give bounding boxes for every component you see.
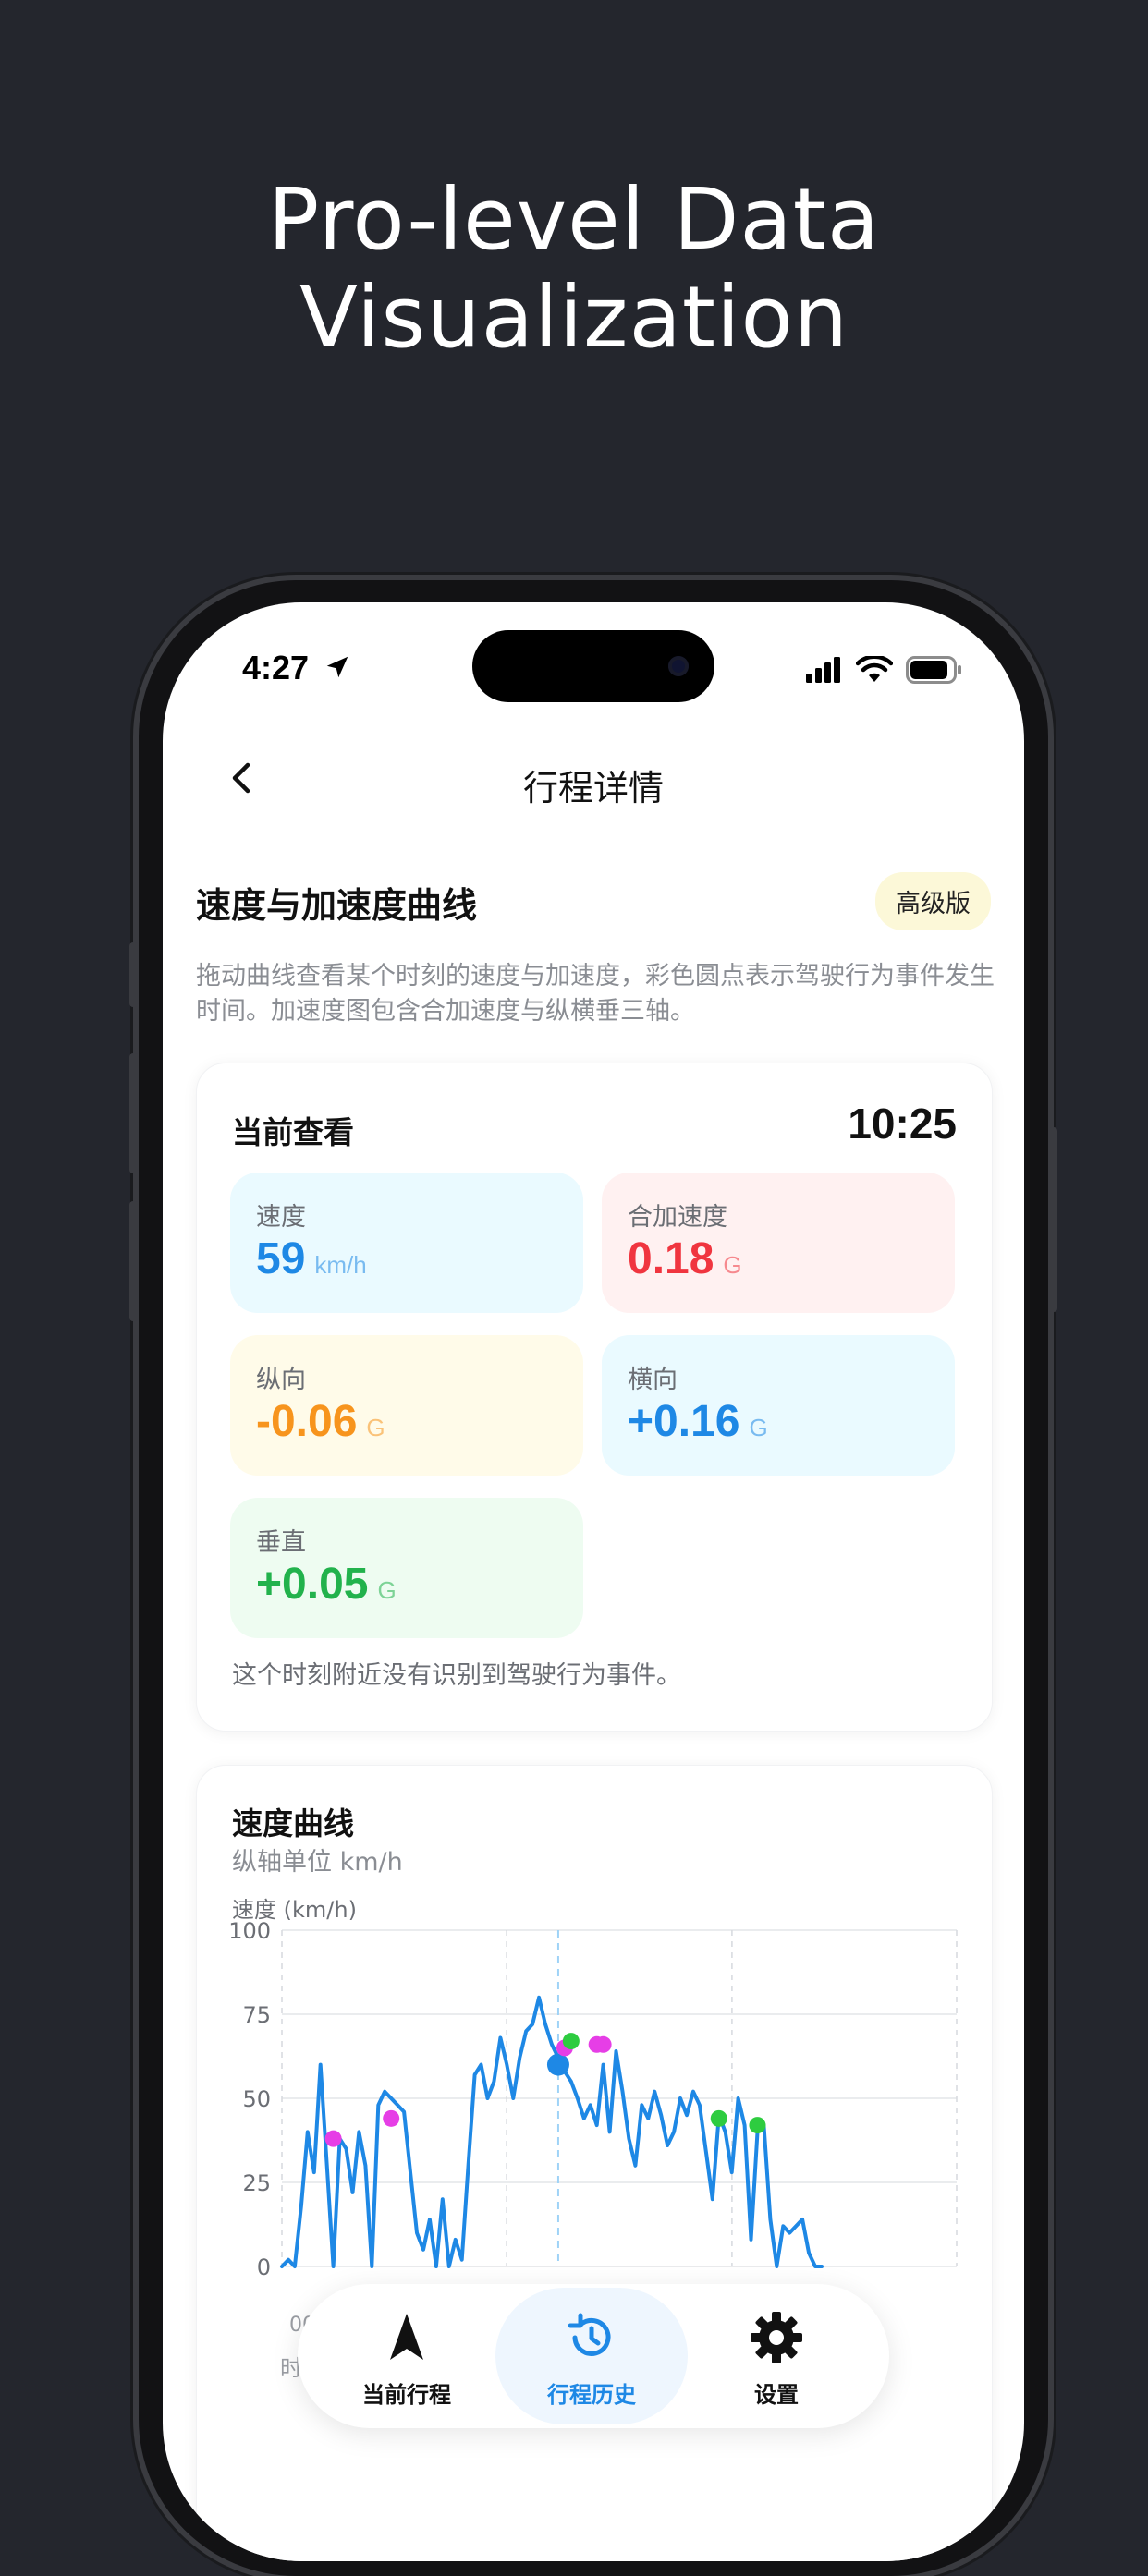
phone-power-button — [1048, 1127, 1057, 1312]
tab-settings[interactable]: 设置 — [684, 2284, 869, 2428]
current-view-card: 当前查看 10:25 速度 59 km/h 合加速度 0.18 G 纵向 -0.06… — [196, 1063, 993, 1732]
longitudinal-value: -0.06 — [256, 1397, 358, 1446]
event-point — [383, 2109, 400, 2127]
longitudinal-tile-label: 纵向 — [256, 1366, 306, 1394]
lateral-tile-value: +0.16 G — [628, 1396, 768, 1447]
speed-tile-label: 速度 — [256, 1203, 306, 1232]
vertical-value: +0.05 — [256, 1560, 369, 1609]
tab-current-trip-label: 当前行程 — [362, 2382, 451, 2408]
lateral-tile-label: 横向 — [628, 1366, 678, 1394]
event-point — [710, 2109, 727, 2127]
history-clock-icon — [568, 2313, 611, 2356]
current-view-time: 10:25 — [848, 1100, 957, 1148]
promo-headline-line1: Pro-level Data — [267, 170, 881, 269]
tab-trip-history[interactable]: 行程历史 — [495, 2284, 688, 2428]
lateral-value: +0.16 — [628, 1397, 740, 1446]
phone-screen: 4:27 行程详情 速度与加速度曲线 高级版 拖动曲线查看某个时刻的速度与加速度… — [163, 602, 1024, 2561]
speed-chart-title: 速度曲线 — [232, 1805, 354, 1841]
y-tick-label: 75 — [242, 2002, 271, 2028]
y-tick-label: 100 — [228, 1918, 271, 1944]
speed-series-line — [280, 1995, 824, 2268]
event-point — [324, 2130, 342, 2147]
total-accel-value: 0.18 — [628, 1234, 714, 1283]
longitudinal-tile: 纵向 -0.06 G — [230, 1335, 583, 1476]
event-point — [562, 2033, 580, 2050]
longitudinal-unit: G — [366, 1414, 385, 1441]
vertical-tile: 垂直 +0.05 G — [230, 1498, 583, 1638]
y-tick-label: 0 — [257, 2254, 271, 2280]
total-accel-unit: G — [723, 1251, 742, 1279]
status-indicators — [806, 656, 963, 684]
battery-icon — [906, 656, 961, 684]
lateral-tile: 横向 +0.16 G — [602, 1335, 955, 1476]
vertical-tile-value: +0.05 G — [256, 1559, 397, 1610]
cellular-signal-icon — [806, 657, 840, 683]
vertical-tile-label: 垂直 — [256, 1528, 306, 1557]
tab-current-trip[interactable]: 当前行程 — [314, 2284, 499, 2428]
location-arrow-icon — [326, 656, 348, 678]
total-accel-tile-label: 合加速度 — [628, 1203, 727, 1232]
speed-tile: 速度 59 km/h — [230, 1173, 583, 1313]
section-description: 拖动曲线查看某个时刻的速度与加速度，彩色圆点表示驾驶行为事件发生时间。加速度图包… — [196, 962, 995, 1026]
wifi-icon — [856, 656, 893, 682]
speed-chart-card: 速度曲线 纵轴单位 km/h 速度 (km/h) 00: 时 025507510… — [196, 1765, 993, 2561]
current-view-label: 当前查看 — [232, 1114, 354, 1150]
longitudinal-tile-value: -0.06 G — [256, 1396, 385, 1447]
page-title: 行程详情 — [522, 768, 664, 808]
tab-trip-history-label: 行程历史 — [547, 2382, 636, 2408]
promo-headline: Pro-level Data Visualization — [0, 171, 1148, 367]
promo-headline-line2: Visualization — [299, 268, 849, 367]
status-time-text: 4:27 — [242, 649, 310, 687]
total-accel-tile-value: 0.18 G — [628, 1233, 742, 1284]
speed-tile-value: 59 km/h — [256, 1233, 367, 1284]
gear-icon — [751, 2312, 802, 2363]
speed-chart-subtitle: 纵轴单位 km/h — [232, 1848, 403, 1877]
status-time: 4:27 — [242, 649, 351, 687]
tab-settings-label: 设置 — [754, 2382, 799, 2408]
speed-unit: km/h — [314, 1251, 367, 1279]
speed-value: 59 — [256, 1234, 306, 1283]
navigation-arrow-icon — [390, 2314, 423, 2360]
lateral-unit: G — [749, 1414, 768, 1441]
total-accel-tile: 合加速度 0.18 G — [602, 1173, 955, 1313]
dynamic-island — [472, 630, 714, 702]
phone-volume-up-button — [129, 1053, 139, 1173]
tab-bar: 当前行程 行程历史 设置 — [298, 2284, 889, 2428]
event-point — [749, 2117, 766, 2134]
phone-side-button — [129, 942, 139, 1007]
y-tick-label: 50 — [242, 2086, 271, 2112]
camera-icon — [668, 656, 689, 676]
cursor-point — [546, 2053, 569, 2076]
pro-badge: 高级版 — [875, 872, 991, 930]
section-title: 速度与加速度曲线 — [196, 885, 478, 926]
phone-volume-down-button — [129, 1201, 139, 1321]
event-point — [594, 2035, 612, 2053]
event-note: 这个时刻附近没有识别到驾驶行为事件。 — [232, 1661, 681, 1690]
y-tick-label: 25 — [242, 2170, 271, 2196]
vertical-unit: G — [377, 1576, 397, 1604]
